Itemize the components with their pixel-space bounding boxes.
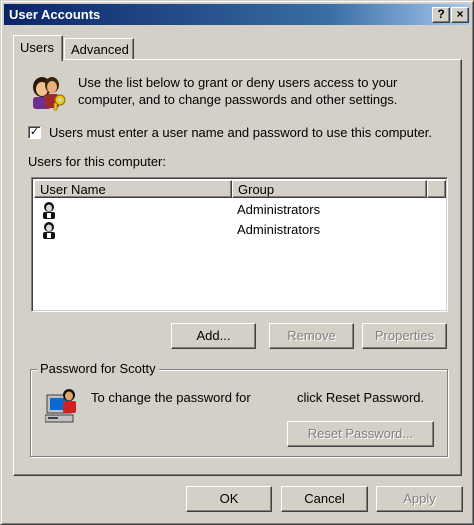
intro-text: Use the list below to grant or deny user… (78, 75, 398, 107)
password-groupbox: Password for Scotty To change the passwo… (30, 361, 448, 457)
remove-button[interactable]: Remove (269, 323, 354, 349)
users-list-label: Users for this computer: (28, 154, 166, 169)
title-bar[interactable]: User Accounts ? × (4, 4, 470, 25)
password-instruction-part1: To change the password for (91, 390, 251, 405)
users-tab-panel: Use the list below to grant or deny user… (13, 59, 462, 476)
close-button[interactable]: × (451, 7, 469, 23)
require-login-checkbox[interactable]: ✓ (28, 126, 41, 139)
user-icon (43, 202, 55, 219)
add-button[interactable]: Add... (171, 323, 256, 349)
password-group-title: Password for Scotty (37, 361, 159, 376)
users-listview[interactable]: User Name Group Administrators Administr… (31, 177, 448, 312)
help-button[interactable]: ? (432, 7, 450, 23)
column-header-user-name[interactable]: User Name (34, 180, 232, 198)
password-instruction-part2: click Reset Password. (297, 390, 425, 405)
computer-user-icon (45, 389, 76, 423)
window-title: User Accounts (9, 7, 101, 22)
tab-advanced[interactable]: Advanced (64, 38, 134, 60)
column-header-group[interactable]: Group (232, 180, 427, 198)
user-icon (43, 222, 55, 239)
user-accounts-dialog: User Accounts ? × Users Advanced Use the… (0, 0, 474, 525)
users-key-icon (33, 77, 66, 111)
ok-button[interactable]: OK (186, 486, 272, 512)
reset-password-button[interactable]: Reset Password... (287, 421, 434, 447)
table-row[interactable]: Administrators (34, 200, 444, 220)
group-cell: Administrators (237, 222, 321, 237)
apply-button[interactable]: Apply (376, 486, 463, 512)
table-row[interactable]: Administrators (34, 220, 444, 240)
tab-users[interactable]: Users (13, 35, 63, 61)
group-cell: Administrators (237, 202, 321, 217)
cancel-button[interactable]: Cancel (281, 486, 368, 512)
column-header-filler (427, 180, 446, 198)
require-login-label[interactable]: Users must enter a user name and passwor… (49, 125, 432, 140)
properties-button[interactable]: Properties (362, 323, 447, 349)
